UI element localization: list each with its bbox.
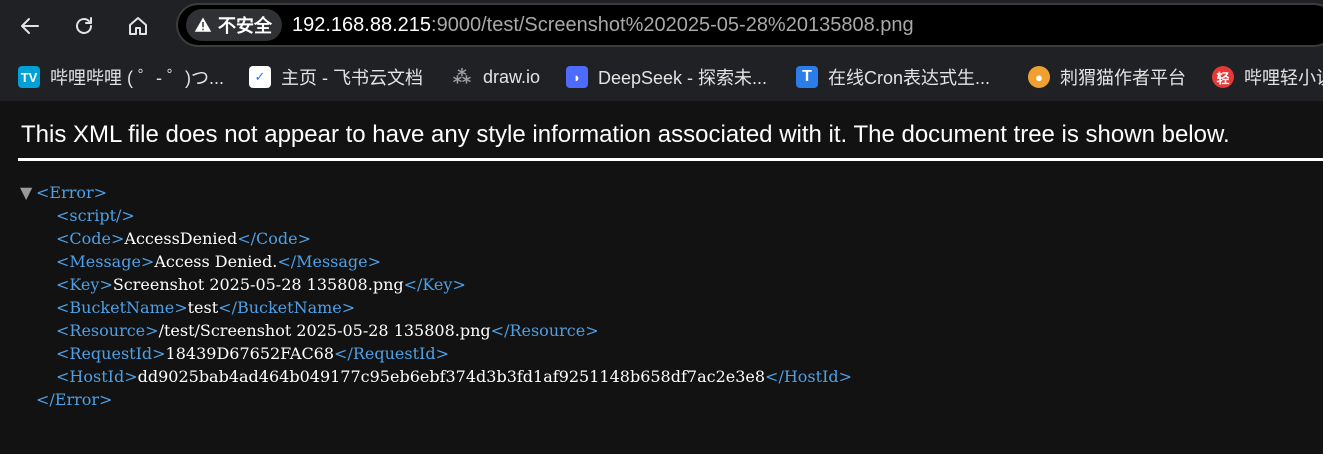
divider — [18, 158, 1323, 161]
xml-value: /test/Screenshot 2025-05-28 135808.png — [158, 321, 491, 340]
page-content: This XML file does not appear to have an… — [0, 101, 1323, 454]
drawio-icon: ⁂ — [452, 66, 472, 87]
xml-element-requestid: <RequestId>18439D67652FAC68</RequestId> — [20, 342, 852, 365]
bookmark-drawio[interactable]: ⁂ draw.io — [451, 60, 540, 94]
arrow-left-icon — [21, 18, 39, 34]
xml-tree: ▼ <Error> <script/> <Code>AccessDenied</C… — [20, 181, 852, 411]
xml-tag: </Code> — [237, 229, 311, 248]
bookmark-feishu[interactable]: ✓ 主页 - 飞书云文档 — [249, 60, 423, 94]
xml-tag: <HostId> — [56, 367, 138, 386]
xml-tag: <BucketName> — [56, 298, 188, 317]
bookmark-label: DeepSeek - 探索未... — [598, 68, 768, 88]
xml-tag: </Error> — [36, 390, 113, 409]
xml-tag: <Resource> — [56, 321, 159, 340]
url-path: :9000/test/Screenshot%202025-05-28%20135… — [431, 14, 914, 36]
xml-value: AccessDenied — [124, 229, 238, 248]
xml-value: Screenshot 2025-05-28 135808.png — [112, 275, 404, 294]
xml-value: test — [187, 298, 219, 317]
xml-root-close: </Error> — [20, 388, 852, 411]
bookmark-label: 哔哩轻小说 — [1244, 68, 1323, 88]
xml-tag: </BucketName> — [218, 298, 356, 317]
xml-notice: This XML file does not appear to have an… — [21, 121, 1230, 148]
xml-tag: </Key> — [403, 275, 466, 294]
xml-tag: <Error> — [36, 183, 108, 202]
bookmark-deepseek[interactable]: ◗ DeepSeek - 探索未... — [566, 60, 767, 94]
home-icon — [129, 17, 147, 35]
xml-value: 18439D67652FAC68 — [165, 344, 335, 363]
ciweimao-icon: ● — [1028, 66, 1050, 88]
deepseek-icon: ◗ — [566, 66, 588, 88]
xml-tag: <Key> — [56, 275, 113, 294]
xml-element-bucketname: <BucketName>test</BucketName> — [20, 296, 852, 319]
security-label: 不安全 — [218, 16, 272, 36]
bookmark-cron[interactable]: T 在线Cron表达式生... — [796, 60, 990, 94]
back-button[interactable] — [8, 4, 52, 48]
xml-value: dd9025bab4ad464b049177c95eb6ebf374d3b3fd… — [137, 367, 766, 386]
xml-script-line: <script/> — [20, 204, 852, 227]
xml-root-open: ▼ <Error> — [20, 181, 852, 204]
address-bar[interactable]: 不安全 192.168.88.215:9000/test/Screenshot%… — [176, 3, 1323, 47]
xml-value: Access Denied. — [154, 252, 278, 271]
bookmark-bilibili[interactable]: TV 哔哩哔哩 ( ゜- ゜)つ... — [18, 60, 224, 94]
xml-tag: </Message> — [277, 252, 382, 271]
bookmark-label: 哔哩哔哩 ( ゜- ゜)つ... — [50, 68, 224, 88]
bookmark-ciweimao[interactable]: ● 刺猬猫作者平台 — [1028, 60, 1186, 94]
xml-tag: </RequestId> — [334, 344, 449, 363]
xml-tag: </HostId> — [765, 367, 853, 386]
url-host: 192.168.88.215 — [292, 14, 432, 36]
bookmarks-bar: TV 哔哩哔哩 ( ゜- ゜)つ... ✓ 主页 - 飞书云文档 ⁂ draw.… — [0, 60, 1323, 94]
xml-tag: <Message> — [56, 252, 155, 271]
home-button[interactable] — [116, 4, 160, 48]
bilibili-icon: TV — [18, 66, 40, 88]
xml-element-hostid: <HostId>dd9025bab4ad464b049177c95eb6ebf3… — [20, 365, 852, 388]
xml-tag: <script/> — [56, 206, 135, 225]
xml-element-message: <Message>Access Denied.</Message> — [20, 250, 852, 273]
bookmark-label: 在线Cron表达式生... — [828, 68, 991, 88]
browser-chrome: 不安全 192.168.88.215:9000/test/Screenshot%… — [0, 0, 1323, 101]
cron-icon: T — [796, 66, 818, 88]
bookmark-bili-novel[interactable]: 轻 哔哩轻小说 — [1212, 60, 1323, 94]
reload-button[interactable] — [62, 4, 106, 48]
feishu-docs-icon: ✓ — [249, 66, 271, 88]
bili-novel-icon: 轻 — [1212, 66, 1234, 88]
xml-element-code: <Code>AccessDenied</Code> — [20, 227, 852, 250]
bookmark-label: draw.io — [483, 66, 541, 87]
url-text[interactable]: 192.168.88.215:9000/test/Screenshot%2020… — [292, 14, 914, 37]
warning-icon — [194, 17, 212, 32]
xml-tag: </Resource> — [490, 321, 599, 340]
xml-tag: <RequestId> — [56, 344, 166, 363]
collapse-toggle-icon[interactable]: ▼ — [20, 181, 36, 204]
xml-element-resource: <Resource>/test/Screenshot 2025-05-28 13… — [20, 319, 852, 342]
bookmark-label: 刺猬猫作者平台 — [1060, 68, 1186, 88]
security-indicator[interactable]: 不安全 — [186, 9, 282, 41]
bookmark-label: 主页 - 飞书云文档 — [281, 68, 423, 88]
xml-tag: <Code> — [56, 229, 125, 248]
reload-icon — [76, 17, 92, 34]
xml-element-key: <Key>Screenshot 2025-05-28 135808.png</K… — [20, 273, 852, 296]
